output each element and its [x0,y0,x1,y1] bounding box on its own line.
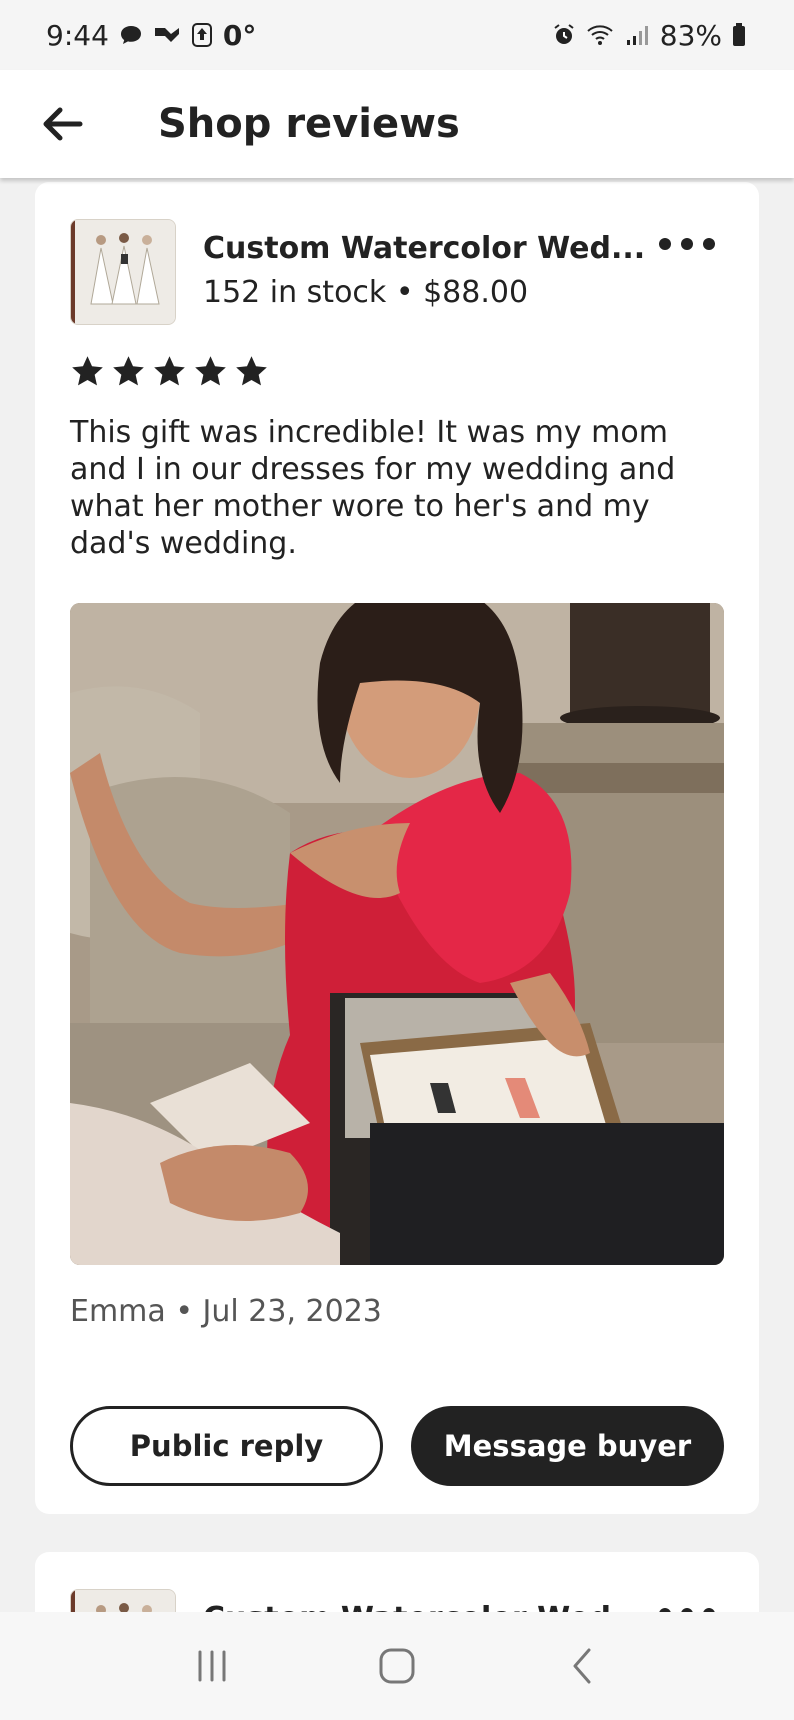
status-time: 9:44 [46,18,109,52]
more-options-button[interactable] [659,229,715,259]
app-bar: Shop reviews [0,70,794,178]
listing-row[interactable]: Custom Watercolor Wed... 152 in stock • … [70,219,725,325]
status-temperature: 0° [222,18,257,52]
listing-title[interactable]: Custom Watercolor Wed... [203,1601,645,1612]
home-button[interactable] [367,1636,427,1696]
nav-back-button[interactable] [552,1636,612,1696]
reviews-list[interactable]: Custom Watercolor Wed... 152 in stock • … [0,178,794,1612]
battery-percentage: 83% [659,18,722,52]
back-icon [573,1648,591,1684]
review-text: This gift was incredible! It was my mom … [70,415,676,561]
more-dot [703,238,715,250]
listing-row[interactable]: Custom Watercolor Wed... [70,1589,725,1612]
more-options-button[interactable] [659,1599,715,1612]
page-title: Shop reviews [158,101,460,147]
recent-apps-icon [198,1650,226,1682]
upload-icon [191,22,213,48]
star-icon [154,356,185,386]
more-dot [681,238,693,250]
star-icon [113,356,144,386]
listing-meta: 152 in stock • $88.00 [203,275,529,310]
signal-icon [626,24,650,46]
recent-apps-button[interactable] [182,1636,242,1696]
status-right: 83% [552,19,746,52]
review-card: Custom Watercolor Wed... [35,1552,759,1612]
status-left: 9:44 0° [46,19,256,52]
system-nav-bar [0,1612,794,1720]
listing-title[interactable]: Custom Watercolor Wed... [203,231,645,266]
battery-icon [732,23,746,47]
star-icon [72,356,103,386]
more-dot [659,238,671,250]
arrow-left-icon [43,107,83,141]
message-buyer-button[interactable]: Message buyer [411,1406,724,1486]
review-author-date: Emma • Jul 23, 2023 [70,1294,382,1329]
flag-icon [153,24,181,46]
home-icon [379,1648,415,1684]
review-card: Custom Watercolor Wed... 152 in stock • … [35,182,759,1514]
listing-thumbnail[interactable] [70,219,176,325]
review-photo[interactable] [70,603,724,1265]
wifi-icon [586,23,616,47]
listing-thumbnail[interactable] [70,1589,176,1612]
star-rating [70,354,269,389]
alarm-icon [552,23,576,47]
star-icon [236,356,267,386]
chat-bubble-icon [119,24,143,46]
back-button[interactable] [32,94,92,154]
star-icon [195,356,226,386]
public-reply-button[interactable]: Public reply [70,1406,383,1486]
status-bar: 9:44 0° 83% [0,0,794,70]
